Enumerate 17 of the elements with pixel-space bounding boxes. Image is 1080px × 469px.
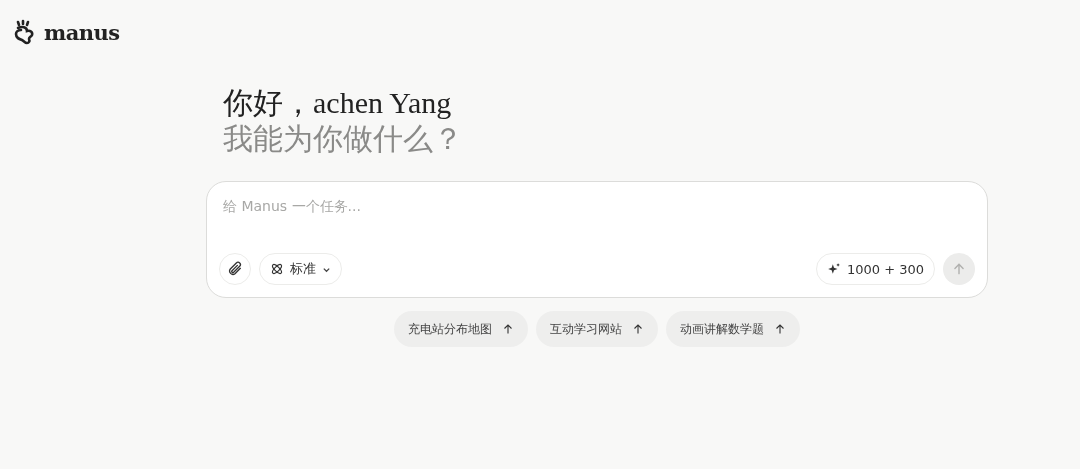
arrow-up-icon [952,262,966,276]
suggestion-chip[interactable]: 充电站分布地图 [394,311,528,347]
task-input-field[interactable]: 给 Manus 一个任务... 标准 1000 + 300 [206,181,988,298]
greeting-title: 你好，achen Yang [223,85,453,121]
suggestion-chip[interactable]: 动画讲解数学题 [666,311,800,347]
arrow-up-icon [502,323,514,335]
suggestion-chip[interactable]: 互动学习网站 [536,311,658,347]
paperclip-icon [227,261,243,277]
greeting-subtitle: 我能为你做什么？ [223,121,464,157]
logo-icon [14,19,36,45]
credits-badge[interactable]: 1000 + 300 [815,253,935,285]
brand-name: manus [44,19,120,45]
arrow-up-icon [632,323,644,335]
attach-button[interactable] [219,253,251,285]
mode-dropdown[interactable]: 标准 [259,253,342,285]
atom-icon [270,262,284,276]
arrow-up-icon [774,323,786,335]
